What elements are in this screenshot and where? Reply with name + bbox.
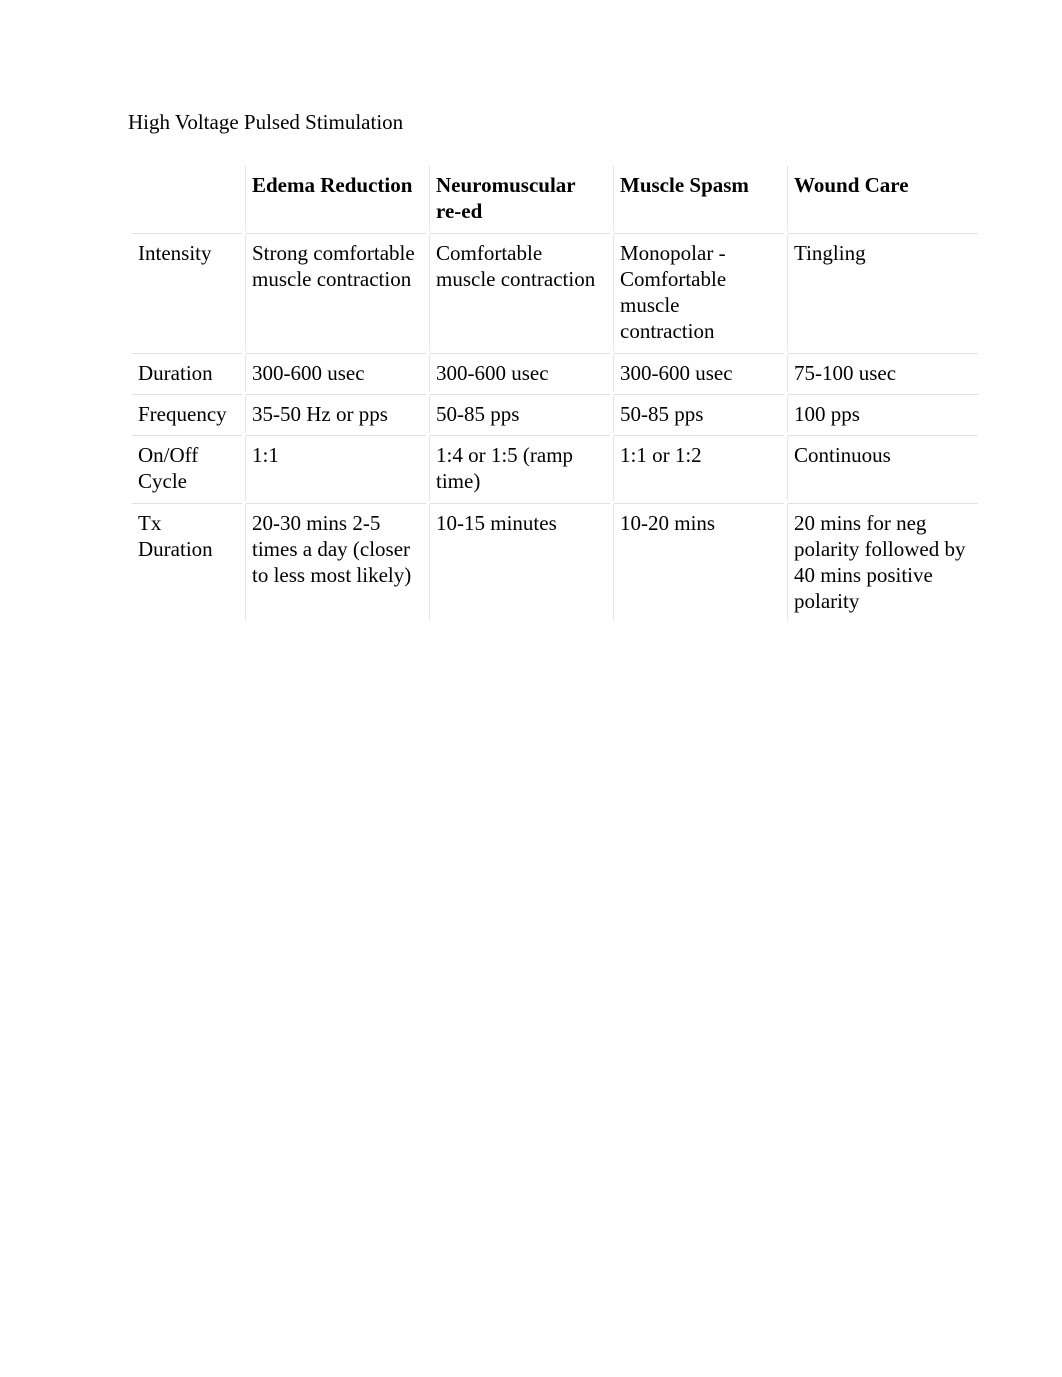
- table-row: Duration 300-600 usec 300-600 usec 300-6…: [132, 354, 978, 392]
- table-cell: 1:1 or 1:2: [614, 436, 784, 501]
- document-page: High Voltage Pulsed Stimulation Edema Re…: [0, 0, 1062, 624]
- table-header-edema: Edema Reduction: [246, 166, 426, 231]
- table-cell: 20 mins for neg polarity followed by 40 …: [788, 504, 978, 621]
- parameters-table: Edema Reduction Neuromuscular re-ed Musc…: [128, 163, 982, 624]
- table-header-neuromuscular: Neuromuscular re-ed: [430, 166, 610, 231]
- table-cell: 75-100 usec: [788, 354, 978, 392]
- table-cell: Tingling: [788, 234, 978, 351]
- table-header-wound-care: Wound Care: [788, 166, 978, 231]
- table-cell: 35-50 Hz or pps: [246, 395, 426, 433]
- table-cell: Strong comfortable muscle contraction: [246, 234, 426, 351]
- table-cell: 10-20 mins: [614, 504, 784, 621]
- table-row: Tx Duration 20-30 mins 2-5 times a day (…: [132, 504, 978, 621]
- table-cell: 300-600 usec: [614, 354, 784, 392]
- table-cell: 50-85 pps: [614, 395, 784, 433]
- table-cell: 10-15 minutes: [430, 504, 610, 621]
- table-header-muscle-spasm: Muscle Spasm: [614, 166, 784, 231]
- table-header-blank: [132, 166, 242, 231]
- row-label: On/Off Cycle: [132, 436, 242, 501]
- table-cell: Monopolar - Comfortable muscle contracti…: [614, 234, 784, 351]
- table-cell: 1:4 or 1:5 (ramp time): [430, 436, 610, 501]
- page-title: High Voltage Pulsed Stimulation: [128, 110, 1002, 135]
- table-cell: 300-600 usec: [246, 354, 426, 392]
- row-label: Duration: [132, 354, 242, 392]
- table-cell: 1:1: [246, 436, 426, 501]
- table-header-row: Edema Reduction Neuromuscular re-ed Musc…: [132, 166, 978, 231]
- table-row: Intensity Strong comfortable muscle cont…: [132, 234, 978, 351]
- table-row: Frequency 35-50 Hz or pps 50-85 pps 50-8…: [132, 395, 978, 433]
- table-cell: 300-600 usec: [430, 354, 610, 392]
- table-cell: Comfortable muscle contraction: [430, 234, 610, 351]
- row-label: Intensity: [132, 234, 242, 351]
- row-label: Frequency: [132, 395, 242, 433]
- table-cell: 20-30 mins 2-5 times a day (closer to le…: [246, 504, 426, 621]
- table-cell: Continuous: [788, 436, 978, 501]
- row-label: Tx Duration: [132, 504, 242, 621]
- table-row: On/Off Cycle 1:1 1:4 or 1:5 (ramp time) …: [132, 436, 978, 501]
- table-cell: 100 pps: [788, 395, 978, 433]
- table-cell: 50-85 pps: [430, 395, 610, 433]
